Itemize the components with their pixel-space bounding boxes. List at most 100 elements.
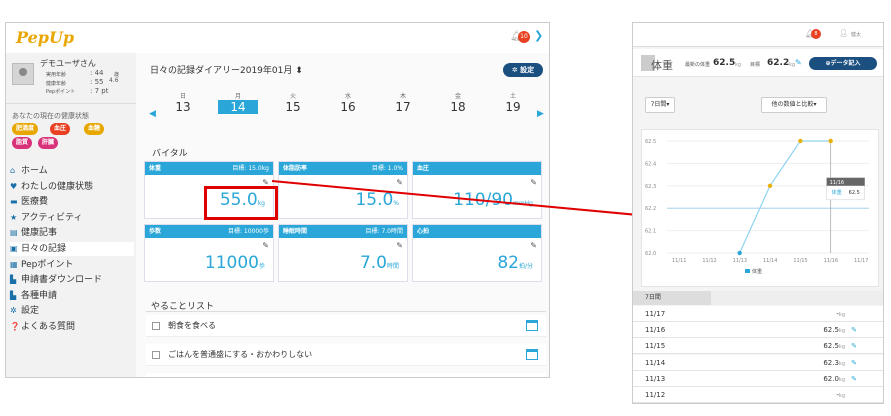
period-select[interactable]: 7日間▾ xyxy=(645,97,675,113)
edit-icon[interactable]: ✎ xyxy=(851,322,857,338)
highlight-box xyxy=(204,186,278,220)
row-value-number: 62.3 xyxy=(823,358,839,367)
next-week-arrow-icon[interactable]: ▶ xyxy=(537,109,544,119)
day-weekday: 金 xyxy=(454,93,461,100)
calendar-icon[interactable] xyxy=(526,320,538,331)
card-goal: 目標: 10000歩 xyxy=(227,228,269,235)
sidebar-item-activity[interactable]: ★ アクティビティ xyxy=(10,211,134,225)
sidebar-item-download[interactable]: ▙ 申請書ダウンロード xyxy=(10,273,134,287)
add-data-button[interactable]: ⊕データ記入 xyxy=(809,57,877,70)
x-tick-label: 11/14 xyxy=(763,258,777,264)
edit-icon[interactable]: ✎ xyxy=(851,338,857,354)
day-18[interactable]: 金 18 xyxy=(438,91,478,114)
sidebar-item-diary[interactable]: ▣ 日々の記録 xyxy=(10,242,134,256)
detail-window: 🔔︎ 8 👤︎ 健太 体重 最新の体重 62.5 kg 目標 62.2 kg ✎… xyxy=(632,22,884,404)
tooltip-series: 体重 xyxy=(832,189,842,196)
card-value-unit: mmHg xyxy=(512,200,533,207)
activity-icon: ★ xyxy=(10,212,18,222)
vital-card[interactable]: 血圧 ✎ 110/90mmHg xyxy=(412,161,542,219)
real-age-value: : 44 xyxy=(90,69,104,77)
sidebar-item-question[interactable]: ❓よくある質問 xyxy=(10,320,134,334)
x-tick-label: 11/13 xyxy=(733,258,747,264)
chevron-down-icon[interactable]: ❯ xyxy=(534,29,543,42)
card-title: 体脂肪率 xyxy=(283,165,308,172)
user-name[interactable]: 健太 xyxy=(851,31,861,38)
sidebar-item-heart[interactable]: ♥ わたしの健康状態 xyxy=(10,180,134,194)
points-value: : 7 pt xyxy=(90,87,109,95)
health-badge: 肝臓 xyxy=(38,137,59,149)
home-icon: ⌂ xyxy=(10,166,16,175)
data-point xyxy=(798,138,803,144)
pencil-icon[interactable]: ✎ xyxy=(530,241,537,250)
sidebar-item-label: よくある質問 xyxy=(21,322,76,332)
day-16[interactable]: 水 16 xyxy=(328,91,368,114)
sidebar-item-home[interactable]: ⌂ ホーム xyxy=(10,164,134,178)
day-19[interactable]: 土 19 xyxy=(493,91,533,114)
table-row: 11/13 62.0kg ✎ xyxy=(633,370,883,387)
user-icon[interactable]: 👤︎ xyxy=(839,29,848,37)
todo-label: ごはんを普通盛にする・おかわりしない xyxy=(168,350,313,359)
day-14[interactable]: 月 14 xyxy=(218,91,258,114)
sidebar-item-label: ホーム xyxy=(21,166,48,176)
sidebar-item-points[interactable]: ▦ Pepポイント xyxy=(10,258,134,272)
sidebar-item-article[interactable]: ▤ 健康記事 xyxy=(10,226,134,240)
pepup-logo[interactable]: PepUp xyxy=(16,28,74,47)
edit-icon[interactable]: ✎ xyxy=(851,371,857,387)
sidebar-item-label: 設定 xyxy=(21,306,40,317)
card-value-number: 7.0 xyxy=(359,253,387,273)
card-value-unit: 拍/分 xyxy=(518,263,533,270)
row-value: -kg xyxy=(836,387,845,403)
diary-title[interactable]: 日々の記録ダイアリー2019年01月 ⬍ xyxy=(150,63,303,76)
day-17[interactable]: 木 17 xyxy=(383,91,423,114)
day-15[interactable]: 火 15 xyxy=(273,91,313,114)
day-number: 18 xyxy=(450,100,466,114)
vital-card[interactable]: 心拍 ✎ 82拍/分 xyxy=(412,224,542,282)
todo-checkbox[interactable] xyxy=(152,321,160,330)
pencil-icon[interactable]: ✎ xyxy=(530,178,537,187)
card-goal: 目標: 7.0時間 xyxy=(365,228,403,235)
day-number: 15 xyxy=(285,100,301,114)
calendar-icon[interactable] xyxy=(526,349,538,360)
day-13[interactable]: 日 13 xyxy=(163,91,203,114)
goal-label: 目標 xyxy=(750,62,761,68)
health-badge: 血圧 xyxy=(50,123,71,135)
card-header: 心拍 xyxy=(413,225,541,238)
row-value-unit: kg xyxy=(838,328,845,335)
avatar xyxy=(12,63,34,85)
edit-goal-icon[interactable]: ✎ xyxy=(795,58,802,67)
vital-card[interactable]: 体脂肪率 目標: 1.0% ✎ 15.0% xyxy=(278,161,408,219)
edit-icon[interactable]: ✎ xyxy=(851,355,857,371)
pencil-icon[interactable]: ✎ xyxy=(396,178,403,187)
weight-line-chart: 62.5 62.4 62.3 62.2 62.1 62.0 11/11 11/12 11/13 1… xyxy=(645,138,869,275)
day-weekday: 水 xyxy=(344,93,351,100)
compare-select[interactable]: 他の数値と比較▾ xyxy=(761,97,827,113)
card-value-number: 82 xyxy=(497,253,519,273)
card-value-number: 11000 xyxy=(204,253,259,273)
sidebar-item-apply[interactable]: ▙ 各種申請 xyxy=(10,289,134,303)
row-date: 11/14 xyxy=(645,358,666,367)
settings-button[interactable]: ✲ 設定 xyxy=(503,63,543,77)
sidebar-item-gear[interactable]: ✲ 設定 xyxy=(10,304,134,318)
pencil-icon[interactable]: ✎ xyxy=(396,241,403,250)
latest-value: 62.5 xyxy=(713,58,736,68)
pencil-icon[interactable]: ✎ xyxy=(262,241,269,250)
gear-icon: ✲ xyxy=(10,306,17,316)
sidebar-item-label: 申請書ダウンロード xyxy=(21,275,103,286)
card-title: 心拍 xyxy=(417,228,430,235)
sidebar-item-card[interactable]: ▬ 医療費 xyxy=(10,195,134,209)
card-value-unit: % xyxy=(393,200,399,207)
sidebar-item-label: 各種申請 xyxy=(21,290,58,301)
table-row: 11/15 62.5kg ✎ xyxy=(633,338,883,355)
vital-card[interactable]: 歩数 目標: 10000歩 ✎ 11000歩 xyxy=(144,224,274,282)
goal-value: 62.2 xyxy=(767,58,790,68)
row-value-unit: kg xyxy=(838,344,845,351)
todo-checkbox[interactable] xyxy=(152,350,160,359)
vital-card[interactable]: 睡眠時間 目標: 7.0時間 ✎ 7.0時間 xyxy=(278,224,408,282)
day-number: 13 xyxy=(175,100,191,114)
row-value: 62.5kg xyxy=(823,338,845,355)
day-number: 14 xyxy=(218,100,258,114)
day-weekday: 火 xyxy=(289,93,296,100)
sidebar-item-label: 医療費 xyxy=(21,197,49,208)
card-header: 血圧 xyxy=(413,162,541,175)
prev-week-arrow-icon[interactable]: ◀ xyxy=(149,109,156,119)
